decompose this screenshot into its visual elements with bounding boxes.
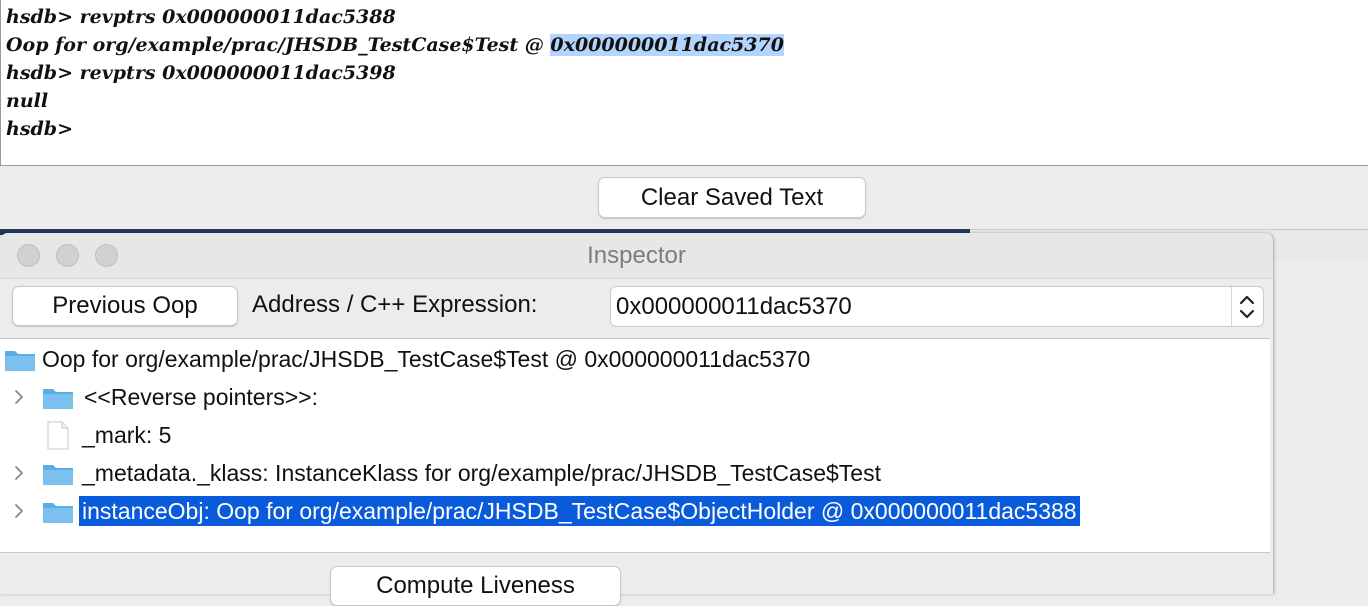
console-line: null <box>6 90 49 112</box>
tree-node-mark[interactable]: _mark: 5 <box>0 418 1270 452</box>
console-line: hsdb> revptrs 0x000000011dac5398 <box>6 62 396 84</box>
tree-node-instance-obj[interactable]: instanceObj: Oop for org/example/prac/JH… <box>0 494 1270 528</box>
address-label: Address / C++ Expression: <box>252 291 538 318</box>
tree-node-label-selected: instanceObj: Oop for org/example/prac/JH… <box>79 496 1080 526</box>
tree-node-metadata-klass[interactable]: _metadata._klass: InstanceKlass for org/… <box>0 456 1270 490</box>
tree-node-reverse-pointers[interactable]: <<Reverse pointers>>: <box>0 380 1270 414</box>
inspector-window: Inspector Previous Oop Address / C++ Exp… <box>0 233 1274 606</box>
up-down-arrows-icon[interactable] <box>1235 291 1259 323</box>
previous-oop-button[interactable]: Previous Oop <box>12 286 238 326</box>
folder-icon <box>43 465 73 485</box>
title-bar[interactable]: Inspector <box>0 233 1273 279</box>
clear-saved-text-button[interactable]: Clear Saved Text <box>598 177 866 218</box>
window-title: Inspector <box>587 242 686 269</box>
console-prompt[interactable]: hsdb> <box>6 115 73 143</box>
folder-icon <box>43 389 73 409</box>
chevron-right-icon[interactable] <box>12 388 26 406</box>
tree-node-label: <<Reverse pointers>>: <box>84 384 318 410</box>
tree-root-label: Oop for org/example/prac/JHSDB_TestCase$… <box>42 346 811 372</box>
console-line-prefix: Oop for org/example/prac/JHSDB_TestCase$… <box>6 34 551 56</box>
console-line: hsdb> revptrs 0x000000011dac5388 <box>6 6 396 28</box>
tree-node-label: _metadata._klass: InstanceKlass for org/… <box>82 460 881 486</box>
tree-root[interactable]: Oop for org/example/prac/JHSDB_TestCase$… <box>0 342 1270 376</box>
oop-tree[interactable]: Oop for org/example/prac/JHSDB_TestCase$… <box>0 338 1270 553</box>
chevron-right-icon[interactable] <box>12 464 26 482</box>
highlighted-address: 0x000000011dac5370 <box>550 34 784 56</box>
folder-icon <box>5 351 35 371</box>
folder-icon <box>43 503 73 523</box>
chevron-right-icon[interactable] <box>12 502 26 520</box>
tree-node-label: _mark: 5 <box>82 422 172 448</box>
command-console[interactable]: hsdb> revptrs 0x000000011dac5388 Oop for… <box>0 0 1368 166</box>
console-line: Oop for org/example/prac/JHSDB_TestCase$… <box>6 31 784 59</box>
file-icon <box>47 421 69 450</box>
address-input[interactable] <box>613 289 1237 324</box>
combo-divider <box>1231 287 1232 326</box>
compute-liveness-button[interactable]: Compute Liveness <box>330 566 621 606</box>
address-combo-box[interactable] <box>610 286 1264 327</box>
